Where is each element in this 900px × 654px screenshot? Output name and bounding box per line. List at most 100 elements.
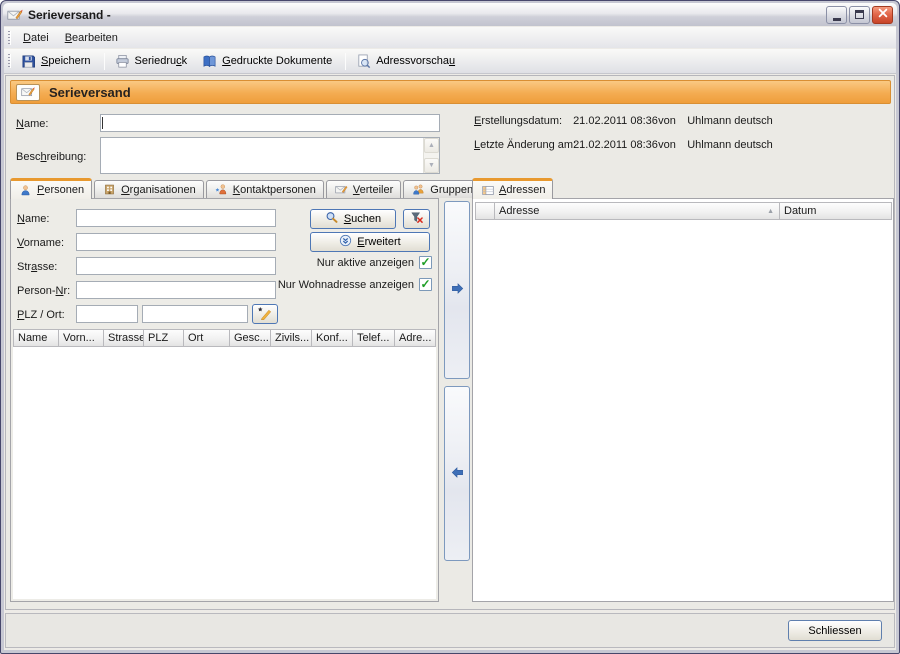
nur-wohnadresse-checkbox[interactable]: ✓ [419,278,432,291]
nur-wohnadresse-label: Nur Wohnadresse anzeigen [278,279,414,291]
move-right-button[interactable] [444,201,470,379]
erweitert-button[interactable]: Erweitert [310,232,430,252]
beschreibung-scrollbar[interactable]: ▲ ▼ [423,138,439,173]
beschreibung-textarea[interactable]: ▲ ▼ [100,137,440,174]
column-header[interactable]: Gesc... [230,329,271,347]
person-icon [18,183,33,198]
name-label: Name: [16,118,48,130]
column-header-datum[interactable]: Datum [780,202,892,220]
nur-aktive-checkbox[interactable]: ✓ [419,256,432,269]
search-vorname-label: Vorname: [17,237,64,249]
column-header[interactable]: Zivils... [271,329,312,347]
tab-verteiler[interactable]: Verteiler [326,180,401,198]
ort-picker-button[interactable] [252,304,278,324]
search-ort-input[interactable] [142,305,248,323]
gedruckte-dokumente-button[interactable]: Gedruckte Dokumente [196,51,341,72]
column-header[interactable]: Vorn... [59,329,104,347]
titlebar[interactable]: Serieversand - [3,3,897,26]
maximize-button[interactable] [849,6,870,24]
contact-person-icon [214,182,229,197]
erweitert-label: Erweitert [357,236,400,248]
search-plz-input[interactable] [76,305,138,323]
schliessen-button[interactable]: Schliessen [788,620,882,641]
move-left-button[interactable] [444,386,470,561]
gedruckte-dokumente-label: Gedruckte Dokumente [222,55,332,67]
search-personnr-label: Person-Nr: [17,285,70,297]
scroll-down-icon[interactable]: ▼ [424,158,439,173]
name-input[interactable] [100,114,440,132]
search-plzort-label: PLZ / Ort: [17,309,65,321]
tab-label: Adressen [499,184,545,196]
column-header-adresse[interactable]: Adresse ▲ [495,202,780,220]
person-table-body[interactable] [13,347,436,599]
mail-pencil-icon [7,7,23,23]
seriedruck-label: Seriedruck [135,55,188,67]
right-tab-strip: Adressen [472,178,555,198]
footer-bar: Schliessen [5,613,895,648]
modified-label: Letzte Änderung am: [474,139,570,151]
created-von: von [658,115,684,127]
menu-datei[interactable]: Datei [15,29,57,47]
column-header[interactable]: Name [13,329,59,347]
column-header[interactable]: PLZ [144,329,184,347]
minimize-button[interactable] [826,6,847,24]
column-header[interactable]: Telef... [353,329,395,347]
speichern-label: Speichern [41,55,91,67]
toolbar: Speichern Seriedruck [4,49,896,74]
column-header[interactable]: Adre... [395,329,436,347]
close-button[interactable] [872,6,893,24]
modified-row: Letzte Änderung am: 21.02.2011 08:36 von… [474,139,773,151]
beschreibung-text [101,138,439,142]
speichern-button[interactable]: Speichern [15,51,100,72]
search-strasse-label: Strasse: [17,261,57,273]
tab-gruppen[interactable]: Gruppen [403,180,481,198]
tab-organisationen[interactable]: Organisationen [94,180,204,198]
menubar-grip[interactable] [8,31,11,45]
preview-icon [356,54,371,69]
window-body: Datei Bearbeiten Speichern [4,26,896,650]
scroll-up-icon[interactable]: ▲ [424,138,439,153]
organisation-icon [102,182,117,197]
address-table-header: Adresse ▲ Datum [475,202,892,220]
created-date: 21.02.2011 08:36 [573,115,655,127]
search-personnr-input[interactable] [76,281,276,299]
search-name-input[interactable] [76,209,276,227]
tab-label: Personen [37,184,84,196]
minimize-icon [833,18,841,21]
toolbar-grip[interactable] [8,54,11,68]
left-tab-strip: Personen Organisationen [10,178,483,198]
personen-panel: Name: Vorname: Strasse: Person-Nr: PLZ /… [10,198,439,602]
beschreibung-label: Beschreibung: [16,151,86,163]
menu-bearbeiten[interactable]: Bearbeiten [57,29,126,47]
tab-personen[interactable]: Personen [10,178,92,199]
column-header[interactable]: Strasse [104,329,144,347]
tab-adressen[interactable]: Adressen [472,178,553,199]
page-title: Serieversand [49,85,131,100]
mail-pencil-icon [16,84,40,101]
nur-aktive-checkrow: Nur aktive anzeigen ✓ [317,256,432,269]
arrow-left-icon [450,465,465,483]
search-vorname-input[interactable] [76,233,276,251]
main-content: Serieversand Name: Beschreibung: ▲ ▼ Ers… [5,75,895,610]
nur-wohnadresse-checkrow: Nur Wohnadresse anzeigen ✓ [278,278,432,291]
column-header[interactable]: Ort [184,329,230,347]
search-strasse-input[interactable] [76,257,276,275]
toolbar-separator [104,53,105,70]
address-table-body[interactable] [475,220,892,599]
suchen-label: Suchen [344,213,381,225]
column-label: Adresse [499,205,539,217]
tab-kontaktpersonen[interactable]: Kontaktpersonen [206,180,324,198]
window-title: Serieversand - [28,8,826,22]
mail-pencil-icon [334,182,349,197]
column-header[interactable]: Konf... [312,329,353,347]
clear-filter-button[interactable] [403,209,430,229]
adressvorschau-button[interactable]: Adressvorschau [350,51,464,72]
text-caret [102,117,103,129]
suchen-button[interactable]: Suchen [310,209,396,229]
nur-aktive-label: Nur aktive anzeigen [317,257,414,269]
search-name-label: Name: [17,213,49,225]
column-header[interactable] [475,202,495,220]
seriedruck-button[interactable]: Seriedruck [109,51,197,72]
print-icon [115,54,130,69]
sort-asc-icon: ▲ [767,208,774,215]
